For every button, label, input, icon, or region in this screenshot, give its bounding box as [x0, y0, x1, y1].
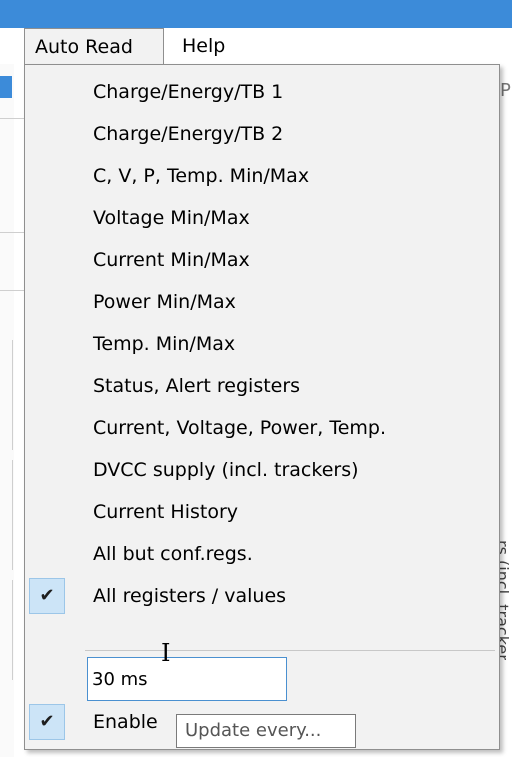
background-divider: [12, 580, 13, 680]
menu-bar: Auto Read Help: [0, 28, 512, 64]
menu-item-label: Power Min/Max: [93, 291, 236, 313]
menu-item-current-history[interactable]: Current History: [25, 491, 499, 533]
menu-item-label: Charge/Energy/TB 2: [93, 123, 284, 145]
menu-item-power-minmax[interactable]: Power Min/Max: [25, 281, 499, 323]
menu-help[interactable]: Help: [172, 28, 242, 64]
menu-item-charge-energy-tb2[interactable]: Charge/Energy/TB 2: [25, 113, 499, 155]
background-divider: [0, 232, 24, 233]
menu-item-cvp-temp-minmax[interactable]: C, V, P, Temp. Min/Max: [25, 155, 499, 197]
background-divider: [12, 460, 13, 570]
menu-item-voltage-minmax[interactable]: Voltage Min/Max: [25, 197, 499, 239]
menu-item-label: All registers / values: [93, 585, 287, 607]
menu-item-label: All but conf.regs.: [93, 543, 253, 565]
checkmark-icon: ✔: [29, 704, 65, 740]
menu-item-label: Voltage Min/Max: [93, 207, 250, 229]
update-interval-input[interactable]: [87, 657, 287, 701]
checkmark-icon: ✔: [29, 578, 65, 614]
menu-item-charge-energy-tb1[interactable]: Charge/Energy/TB 1: [25, 71, 499, 113]
menu-item-label: Charge/Energy/TB 1: [93, 81, 284, 103]
menu-item-label: Current, Voltage, Power, Temp.: [93, 417, 386, 439]
menu-item-label: C, V, P, Temp. Min/Max: [93, 165, 310, 187]
background-divider: [0, 290, 24, 291]
ibeam-cursor-icon: I: [161, 639, 171, 667]
auto-read-dropdown-menu: Charge/Energy/TB 1 Charge/Energy/TB 2 C,…: [24, 64, 500, 750]
menu-item-label: Status, Alert registers: [93, 375, 301, 397]
menu-item-status-alert-registers[interactable]: Status, Alert registers: [25, 365, 499, 407]
background-divider: [0, 118, 24, 119]
background-selection: [0, 76, 12, 98]
background-text: P: [500, 80, 511, 101]
menu-item-label: Enable: [93, 711, 158, 733]
menu-item-label: Temp. Min/Max: [93, 333, 236, 355]
background-divider: [12, 340, 13, 450]
menu-item-current-minmax[interactable]: Current Min/Max: [25, 239, 499, 281]
menu-auto-read[interactable]: Auto Read: [24, 28, 164, 64]
menu-item-current-voltage-power-temp[interactable]: Current, Voltage, Power, Temp.: [25, 407, 499, 449]
menu-item-label: Current Min/Max: [93, 249, 250, 271]
menu-item-dvcc-supply[interactable]: DVCC supply (incl. trackers): [25, 449, 499, 491]
menu-separator: [85, 650, 495, 651]
menu-item-label: Current History: [93, 501, 238, 523]
tooltip: Update every...: [176, 714, 356, 748]
menu-item-all-but-conf-regs[interactable]: All but conf.regs.: [25, 533, 499, 575]
menu-item-all-registers-values[interactable]: ✔ All registers / values: [25, 575, 499, 617]
menu-item-label: DVCC supply (incl. trackers): [93, 459, 359, 481]
menu-item-temp-minmax[interactable]: Temp. Min/Max: [25, 323, 499, 365]
window-title-bar: [0, 0, 512, 28]
